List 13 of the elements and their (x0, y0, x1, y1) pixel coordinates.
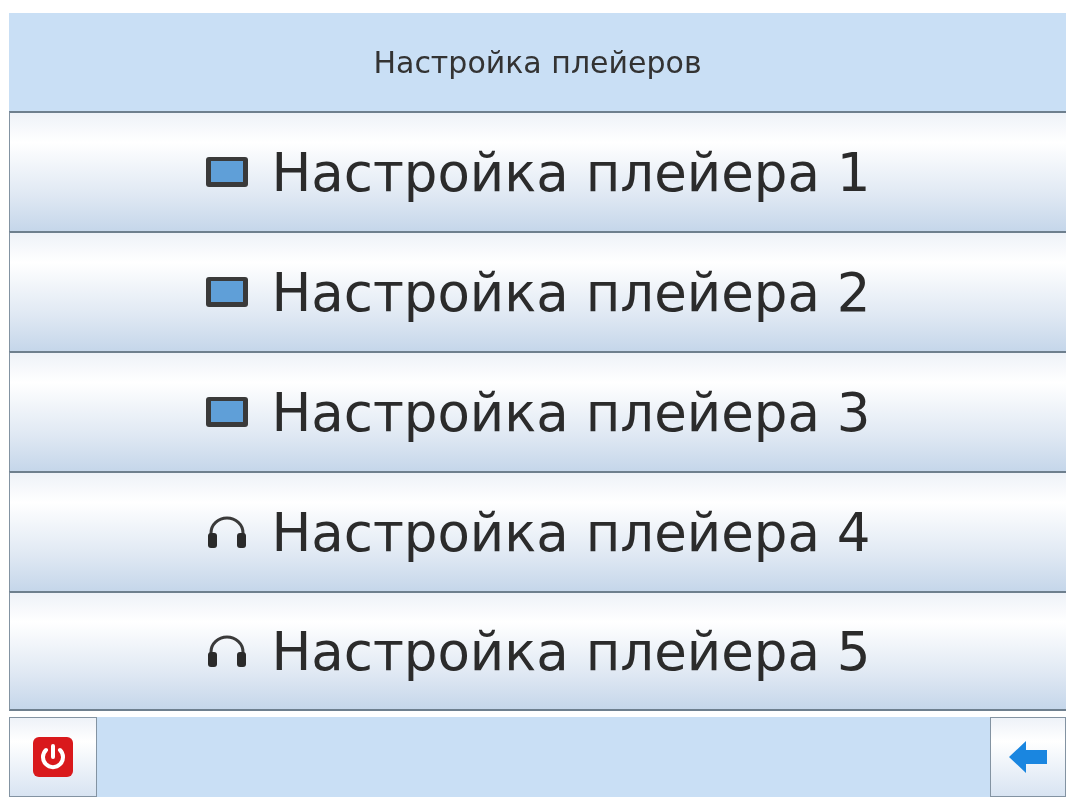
monitor-icon (205, 396, 250, 428)
player-settings-button[interactable]: Настройка плейера 5 (9, 591, 1066, 711)
player-settings-button[interactable]: Настройка плейера 3 (9, 351, 1066, 471)
back-arrow-icon (1008, 740, 1048, 774)
player-settings-button[interactable]: Настройка плейера 1 (9, 111, 1066, 231)
player-settings-button[interactable]: Настройка плейера 2 (9, 231, 1066, 351)
monitor-icon (205, 276, 250, 308)
power-icon (33, 737, 73, 777)
monitor-icon (205, 156, 250, 188)
back-button[interactable] (990, 717, 1066, 797)
power-button[interactable] (9, 717, 97, 797)
player-settings-button[interactable]: Настройка плейера 4 (9, 471, 1066, 591)
screen-title: Настройка плейеров (373, 44, 702, 80)
